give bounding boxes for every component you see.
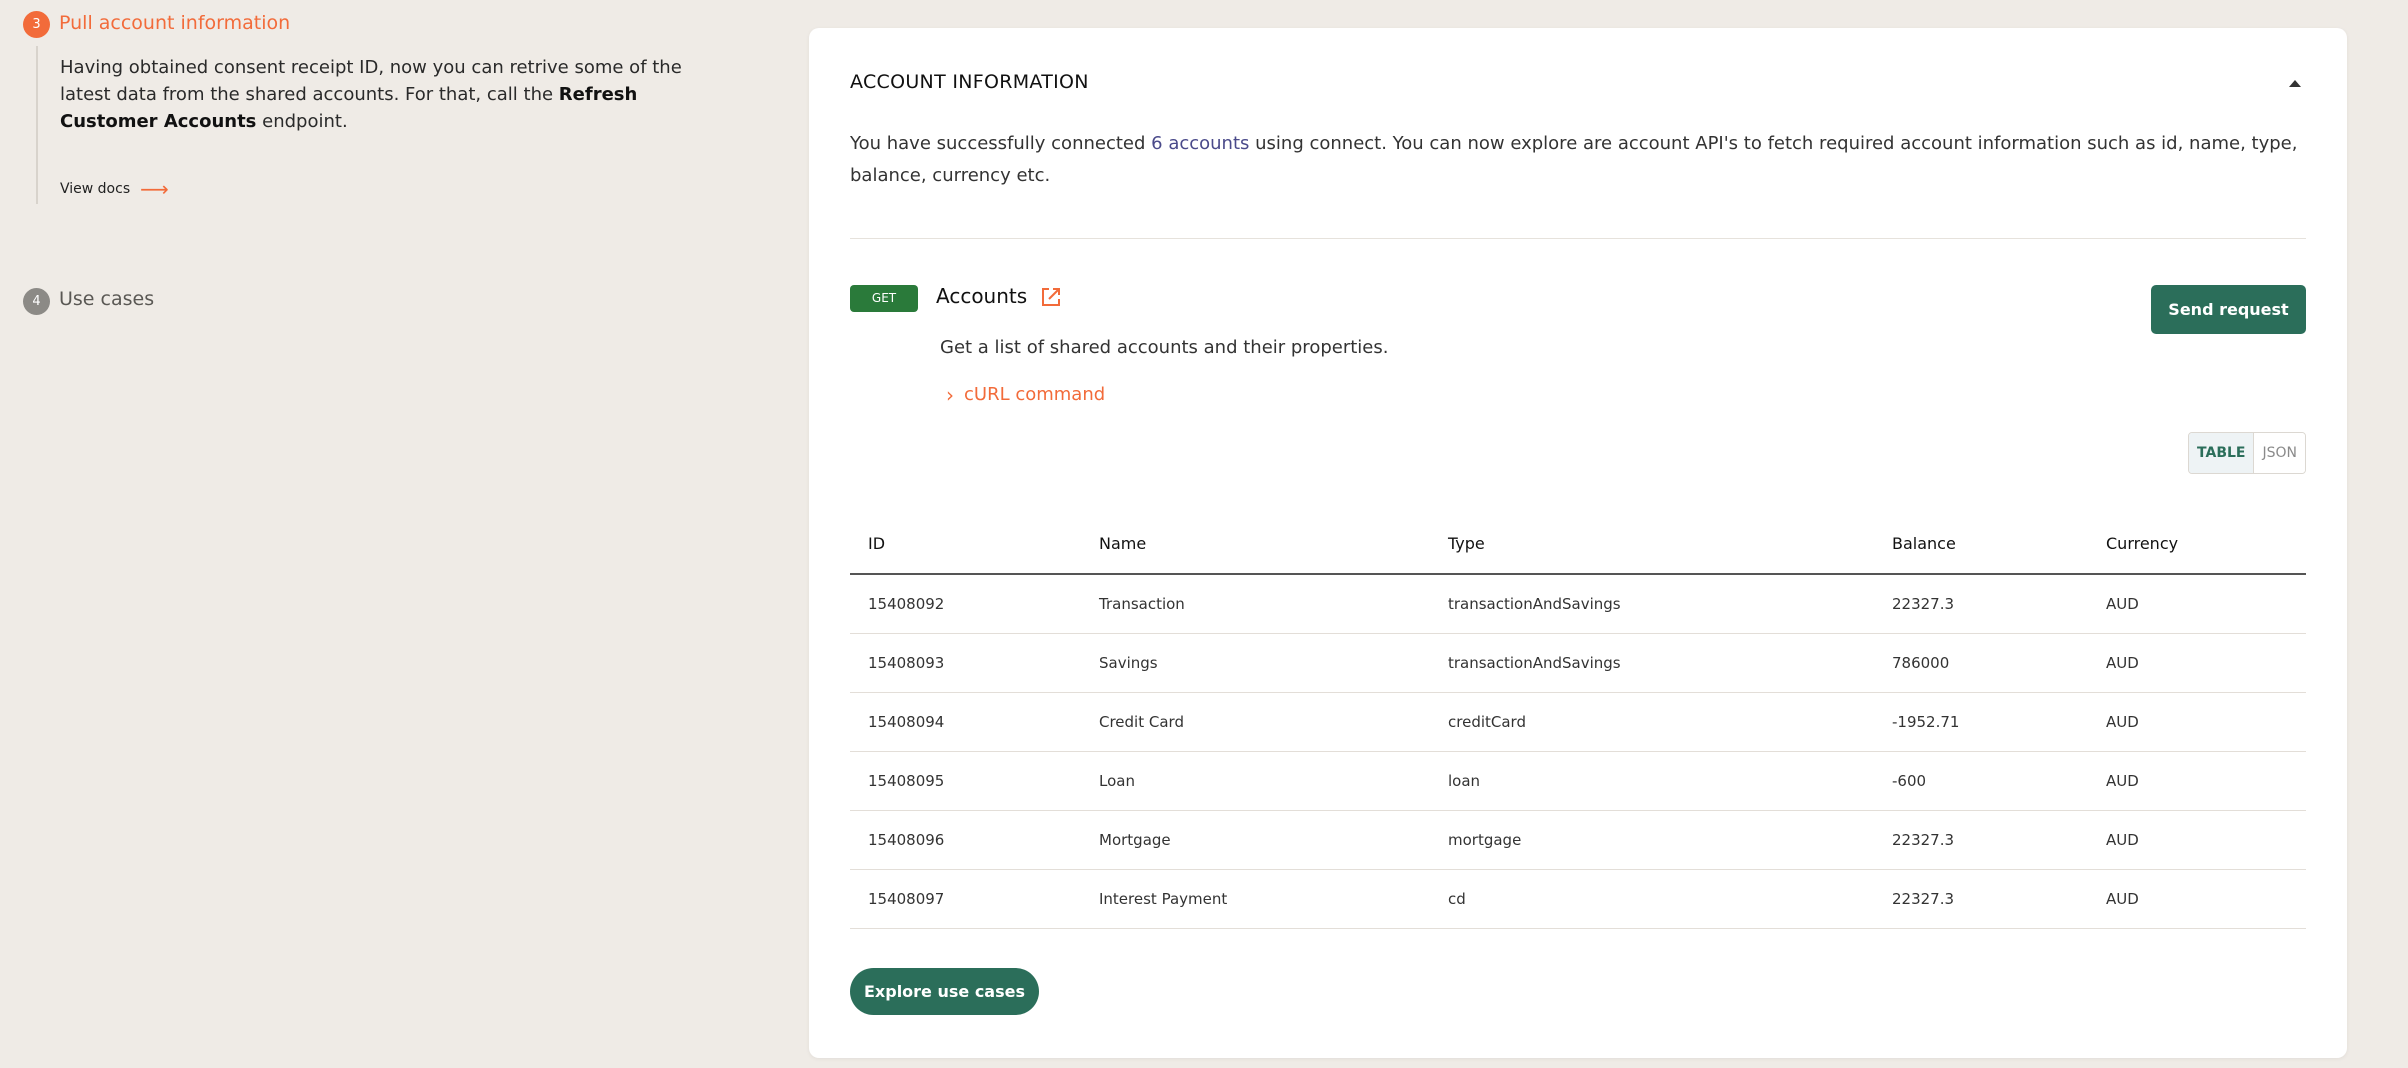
column-header-currency: Currency: [2088, 513, 2306, 575]
view-mode-toggle: TABLE JSON: [2188, 432, 2306, 474]
arrow-right-icon: ⟶: [140, 177, 169, 201]
cell-type: mortgage: [1430, 810, 1874, 870]
view-docs-link[interactable]: View docs ⟶: [60, 177, 169, 201]
step-3-number: 3: [23, 11, 50, 38]
cell-balance: -600: [1874, 751, 2088, 811]
view-docs-label: View docs: [60, 181, 131, 197]
cell-name: Credit Card: [1081, 692, 1430, 752]
section-divider: [850, 238, 2306, 239]
cell-balance: 22327.3: [1874, 869, 2088, 929]
cell-name: Loan: [1081, 751, 1430, 811]
table-row: 15408096 Mortgage mortgage 22327.3 AUD: [850, 810, 2306, 870]
cell-type: loan: [1430, 751, 1874, 811]
step-3-title[interactable]: Pull account information: [59, 12, 290, 34]
cell-balance: 22327.3: [1874, 810, 2088, 870]
cell-balance: 22327.3: [1874, 574, 2088, 634]
chevron-right-icon: ›: [946, 382, 954, 407]
endpoint-description: Get a list of shared accounts and their …: [940, 337, 1389, 358]
column-header-id: ID: [850, 513, 1081, 575]
cell-id: 15408093: [850, 633, 1081, 693]
cell-balance: -1952.71: [1874, 692, 2088, 752]
cell-id: 15408094: [850, 692, 1081, 752]
cell-name: Mortgage: [1081, 810, 1430, 870]
cell-id: 15408092: [850, 574, 1081, 634]
cell-type: transactionAndSavings: [1430, 633, 1874, 693]
cell-currency: AUD: [2088, 869, 2306, 929]
account-information-card: ACCOUNT INFORMATION You have successfull…: [809, 28, 2347, 1058]
cell-currency: AUD: [2088, 810, 2306, 870]
intro-text: You have successfully connected 6 accoun…: [850, 128, 2310, 192]
explore-use-cases-button[interactable]: Explore use cases: [850, 968, 1039, 1015]
column-header-type: Type: [1430, 513, 1874, 575]
caret-up-icon[interactable]: [2289, 80, 2301, 87]
cell-type: creditCard: [1430, 692, 1874, 752]
get-method-badge: GET: [850, 285, 918, 312]
cell-id: 15408096: [850, 810, 1081, 870]
table-row: 15408097 Interest Payment cd 22327.3 AUD: [850, 869, 2306, 929]
cell-currency: AUD: [2088, 633, 2306, 693]
table-header-row: ID Name Type Balance Currency: [850, 513, 2306, 575]
step-4-title[interactable]: Use cases: [59, 288, 154, 310]
endpoint-title: Accounts: [936, 284, 1028, 308]
table-row: 15408095 Loan loan -600 AUD: [850, 751, 2306, 811]
curl-command-label: cURL command: [964, 384, 1106, 405]
cell-type: cd: [1430, 869, 1874, 929]
step-3-desc-text-end: endpoint.: [256, 111, 348, 132]
cell-type: transactionAndSavings: [1430, 574, 1874, 634]
intro-text-start: You have successfully connected: [850, 133, 1152, 154]
table-row: 15408092 Transaction transactionAndSavin…: [850, 574, 2306, 634]
accounts-table: ID Name Type Balance Currency 15408092 T…: [850, 513, 2306, 929]
cell-name: Transaction: [1081, 574, 1430, 634]
step-connector-line: [36, 46, 38, 204]
send-request-button[interactable]: Send request: [2151, 285, 2306, 334]
curl-command-toggle[interactable]: › cURL command: [946, 384, 1105, 405]
cell-name: Interest Payment: [1081, 869, 1430, 929]
cell-balance: 786000: [1874, 633, 2088, 693]
card-title: ACCOUNT INFORMATION: [850, 71, 1089, 93]
json-view-button[interactable]: JSON: [2254, 433, 2305, 473]
table-row: 15408094 Credit Card creditCard -1952.71…: [850, 692, 2306, 752]
column-header-balance: Balance: [1874, 513, 2088, 575]
step-3-description: Having obtained consent receipt ID, now …: [60, 54, 700, 135]
cell-currency: AUD: [2088, 574, 2306, 634]
cell-currency: AUD: [2088, 751, 2306, 811]
column-header-name: Name: [1081, 513, 1430, 575]
table-row: 15408093 Savings transactionAndSavings 7…: [850, 633, 2306, 693]
step-4-number: 4: [23, 288, 50, 315]
cell-currency: AUD: [2088, 692, 2306, 752]
cell-name: Savings: [1081, 633, 1430, 693]
external-link-icon[interactable]: [1040, 286, 1062, 308]
cell-id: 15408095: [850, 751, 1081, 811]
accounts-count-link[interactable]: 6 accounts: [1151, 133, 1249, 154]
cell-id: 15408097: [850, 869, 1081, 929]
table-view-button[interactable]: TABLE: [2189, 433, 2255, 473]
